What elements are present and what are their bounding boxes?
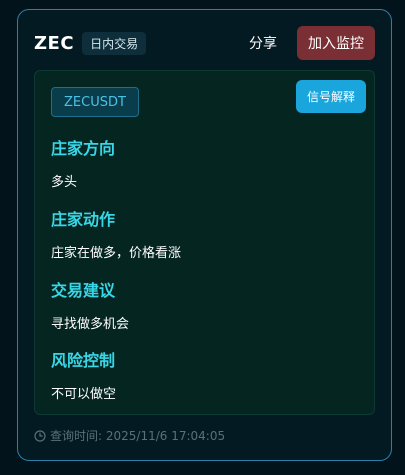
- section-value: 寻找做多机会: [51, 317, 130, 332]
- section-title: 庄家动作: [51, 210, 116, 229]
- section-title: 风险控制: [51, 351, 116, 370]
- add-monitor-button[interactable]: 加入监控: [297, 26, 375, 60]
- trade-type-badge: 日内交易: [82, 31, 147, 55]
- signal-explain-button[interactable]: 信号解释: [295, 80, 366, 113]
- section-direction: 庄家方向 多头: [51, 135, 115, 190]
- section-value: 庄家在做多，价格看涨: [51, 246, 182, 261]
- clock-icon: [34, 429, 46, 442]
- section-advice: 交易建议 寻找做多机会: [51, 277, 129, 332]
- section-value: 不可以做空: [51, 387, 117, 402]
- signal-panel: ZECUSDT 信号解释 庄家方向 多头 庄家动作 庄家在做多，价格看涨 交易建…: [34, 70, 375, 415]
- section-title: 交易建议: [51, 281, 116, 300]
- section-title: 庄家方向: [51, 139, 116, 158]
- query-time-text: 查询时间: 2025/11/6 17:04:05: [50, 429, 226, 443]
- section-risk: 风险控制 不可以做空: [51, 347, 116, 402]
- coin-symbol: ZEC: [34, 32, 75, 54]
- section-value: 多头: [51, 175, 78, 190]
- section-action: 庄家动作 庄家在做多，价格看涨: [51, 206, 181, 261]
- signal-card: ZEC 日内交易 分享 加入监控 ZECUSDT 信号解释 庄家方向 多头 庄家…: [17, 9, 392, 461]
- share-button[interactable]: 分享: [237, 27, 289, 59]
- query-time-footer: 查询时间: 2025/11/6 17:04:05: [34, 427, 225, 444]
- card-header: ZEC 日内交易 分享 加入监控: [34, 26, 375, 60]
- pair-badge: ZECUSDT: [51, 87, 139, 117]
